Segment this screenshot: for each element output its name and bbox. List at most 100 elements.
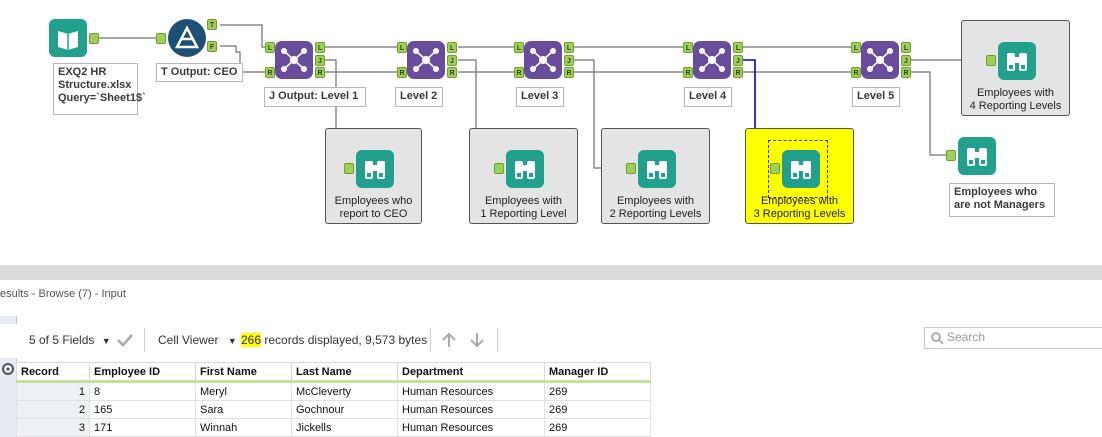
- join-right-input-anchor[interactable]: R: [514, 67, 524, 78]
- browse-input-anchor[interactable]: [986, 55, 996, 66]
- selection-box: [768, 140, 828, 198]
- gear-icon[interactable]: [0, 361, 16, 377]
- table-cell[interactable]: 269: [544, 381, 651, 401]
- input-data-tool[interactable]: [49, 19, 87, 57]
- browse-container[interactable]: Employees with 1 Reporting Level: [469, 128, 578, 224]
- browse-container[interactable]: Employees with 2 Reporting Levels: [601, 128, 710, 224]
- join-right-input-anchor[interactable]: R: [265, 67, 275, 78]
- join-left-input-anchor[interactable]: L: [851, 42, 861, 53]
- join-tool[interactable]: [524, 41, 562, 79]
- browse-tool[interactable]: [638, 150, 676, 188]
- filter-input-anchor[interactable]: [156, 33, 166, 44]
- join-tool[interactable]: [407, 41, 445, 79]
- join-left-output-anchor[interactable]: L: [901, 42, 911, 53]
- join-right-input-anchor[interactable]: R: [851, 67, 861, 78]
- table-cell[interactable]: Gochnour: [291, 400, 398, 419]
- record-number-cell[interactable]: 3: [16, 418, 90, 437]
- join-left-output-anchor[interactable]: L: [564, 42, 574, 53]
- table-cell[interactable]: 269: [544, 418, 651, 437]
- join-tool[interactable]: [861, 41, 899, 79]
- join-right-output-anchor[interactable]: R: [733, 67, 743, 78]
- arrow-down-icon[interactable]: [469, 332, 485, 348]
- filter-false-anchor[interactable]: F: [207, 41, 217, 52]
- fields-selector[interactable]: 5 of 5 Fields ▼: [29, 333, 111, 347]
- browse-input-anchor[interactable]: [626, 163, 636, 174]
- join-left-output-anchor[interactable]: L: [733, 42, 743, 53]
- join-join-output-anchor[interactable]: J: [733, 55, 743, 66]
- book-icon: [58, 31, 78, 50]
- arrow-up-icon[interactable]: [441, 332, 457, 348]
- join-right-output-anchor[interactable]: R: [564, 67, 574, 78]
- caption-line-2: 4 Reporting Levels: [969, 100, 1062, 112]
- caption-line-2: report to CEO: [339, 208, 408, 220]
- table-cell[interactable]: Meryl: [195, 381, 292, 401]
- join-right-output-anchor[interactable]: R: [447, 67, 457, 78]
- table-cell[interactable]: Human Resources: [397, 381, 545, 401]
- column-header[interactable]: Manager ID: [544, 362, 651, 383]
- table-cell[interactable]: Winnah: [195, 418, 292, 437]
- table-cell[interactable]: 269: [544, 400, 651, 419]
- join-right-output-anchor[interactable]: R: [315, 67, 325, 78]
- table-cell[interactable]: 165: [89, 400, 196, 419]
- join-tool[interactable]: [693, 41, 731, 79]
- join-join-output-anchor[interactable]: J: [315, 55, 325, 66]
- column-header[interactable]: First Name: [195, 362, 292, 383]
- table-cell[interactable]: 171: [89, 418, 196, 437]
- browse-tool[interactable]: [506, 150, 544, 188]
- workflow-canvas[interactable]: EXQ2 HR Structure.xlsx Query=`Sheet1$` T…: [0, 0, 1102, 265]
- join-right-input-anchor[interactable]: R: [683, 67, 693, 78]
- browse-tool-not-managers[interactable]: [958, 137, 996, 175]
- caption-line-2: 2 Reporting Levels: [609, 208, 702, 220]
- table-cell[interactable]: McCleverty: [291, 381, 398, 401]
- column-header[interactable]: Last Name: [291, 362, 398, 383]
- browse-input-anchor[interactable]: [494, 163, 504, 174]
- join-left-output-anchor[interactable]: L: [447, 42, 457, 53]
- table-cell[interactable]: Human Resources: [397, 400, 545, 419]
- join-join-output-anchor[interactable]: J: [901, 55, 911, 66]
- table-cell[interactable]: Jickells: [291, 418, 398, 437]
- pane-divider[interactable]: [0, 265, 1102, 280]
- browse-container-caption: Employees who report to CEO: [326, 195, 421, 221]
- browse-container[interactable]: Employees who report to CEO: [325, 128, 422, 224]
- browse-input-anchor[interactable]: [344, 163, 354, 174]
- filter-tool[interactable]: [168, 19, 206, 57]
- browse-container-caption: Employees with 2 Reporting Levels: [602, 195, 709, 221]
- browse-container-caption: Employees with 3 Reporting Levels: [746, 195, 853, 221]
- input-tool-label: EXQ2 HR Structure.xlsx Query=`Sheet1$`: [53, 63, 146, 115]
- checkmark-icon[interactable]: [116, 332, 134, 348]
- record-number-cell[interactable]: 2: [16, 400, 90, 419]
- caption-line-1: Employees with: [760, 195, 839, 207]
- table-row[interactable]: 2 165 Sara Gochnour Human Resources 269: [16, 400, 651, 419]
- join-right-output-anchor[interactable]: R: [901, 67, 911, 78]
- input-output-anchor[interactable]: [89, 33, 99, 44]
- table-row[interactable]: 1 8 Meryl McCleverty Human Resources 269: [16, 381, 651, 401]
- join-left-input-anchor[interactable]: L: [683, 42, 693, 53]
- browse-input-anchor[interactable]: [946, 150, 956, 161]
- join-left-input-anchor[interactable]: L: [397, 42, 407, 53]
- join-tool[interactable]: [275, 41, 313, 79]
- filter-icon: [174, 25, 200, 49]
- record-number-cell[interactable]: 1: [16, 381, 90, 401]
- browse-tool[interactable]: [356, 150, 394, 188]
- join-left-output-anchor[interactable]: L: [315, 42, 325, 53]
- table-cell[interactable]: 8: [89, 381, 196, 401]
- toolbar-separator: [430, 328, 431, 352]
- chevron-down-icon: ▼: [101, 336, 111, 346]
- browse-container[interactable]: Employees with 3 Reporting Levels: [745, 128, 854, 224]
- table-row[interactable]: 3 171 Winnah Jickells Human Resources 269: [16, 418, 651, 437]
- search-input[interactable]: Search: [924, 327, 1102, 349]
- join-left-input-anchor[interactable]: L: [265, 42, 275, 53]
- column-header[interactable]: Employee ID: [89, 362, 196, 383]
- join-join-output-anchor[interactable]: J: [447, 55, 457, 66]
- column-header[interactable]: Record: [16, 362, 90, 383]
- join-left-input-anchor[interactable]: L: [514, 42, 524, 53]
- join-join-output-anchor[interactable]: J: [564, 55, 574, 66]
- browse-container[interactable]: Employees with 4 Reporting Levels: [961, 20, 1070, 116]
- cell-viewer-dropdown[interactable]: Cell Viewer ▼: [158, 333, 237, 347]
- join-right-input-anchor[interactable]: R: [397, 67, 407, 78]
- table-cell[interactable]: Human Resources: [397, 418, 545, 437]
- filter-true-anchor[interactable]: T: [207, 19, 217, 30]
- table-cell[interactable]: Sara: [195, 400, 292, 419]
- browse-tool[interactable]: [998, 42, 1036, 80]
- column-header[interactable]: Department: [397, 362, 545, 383]
